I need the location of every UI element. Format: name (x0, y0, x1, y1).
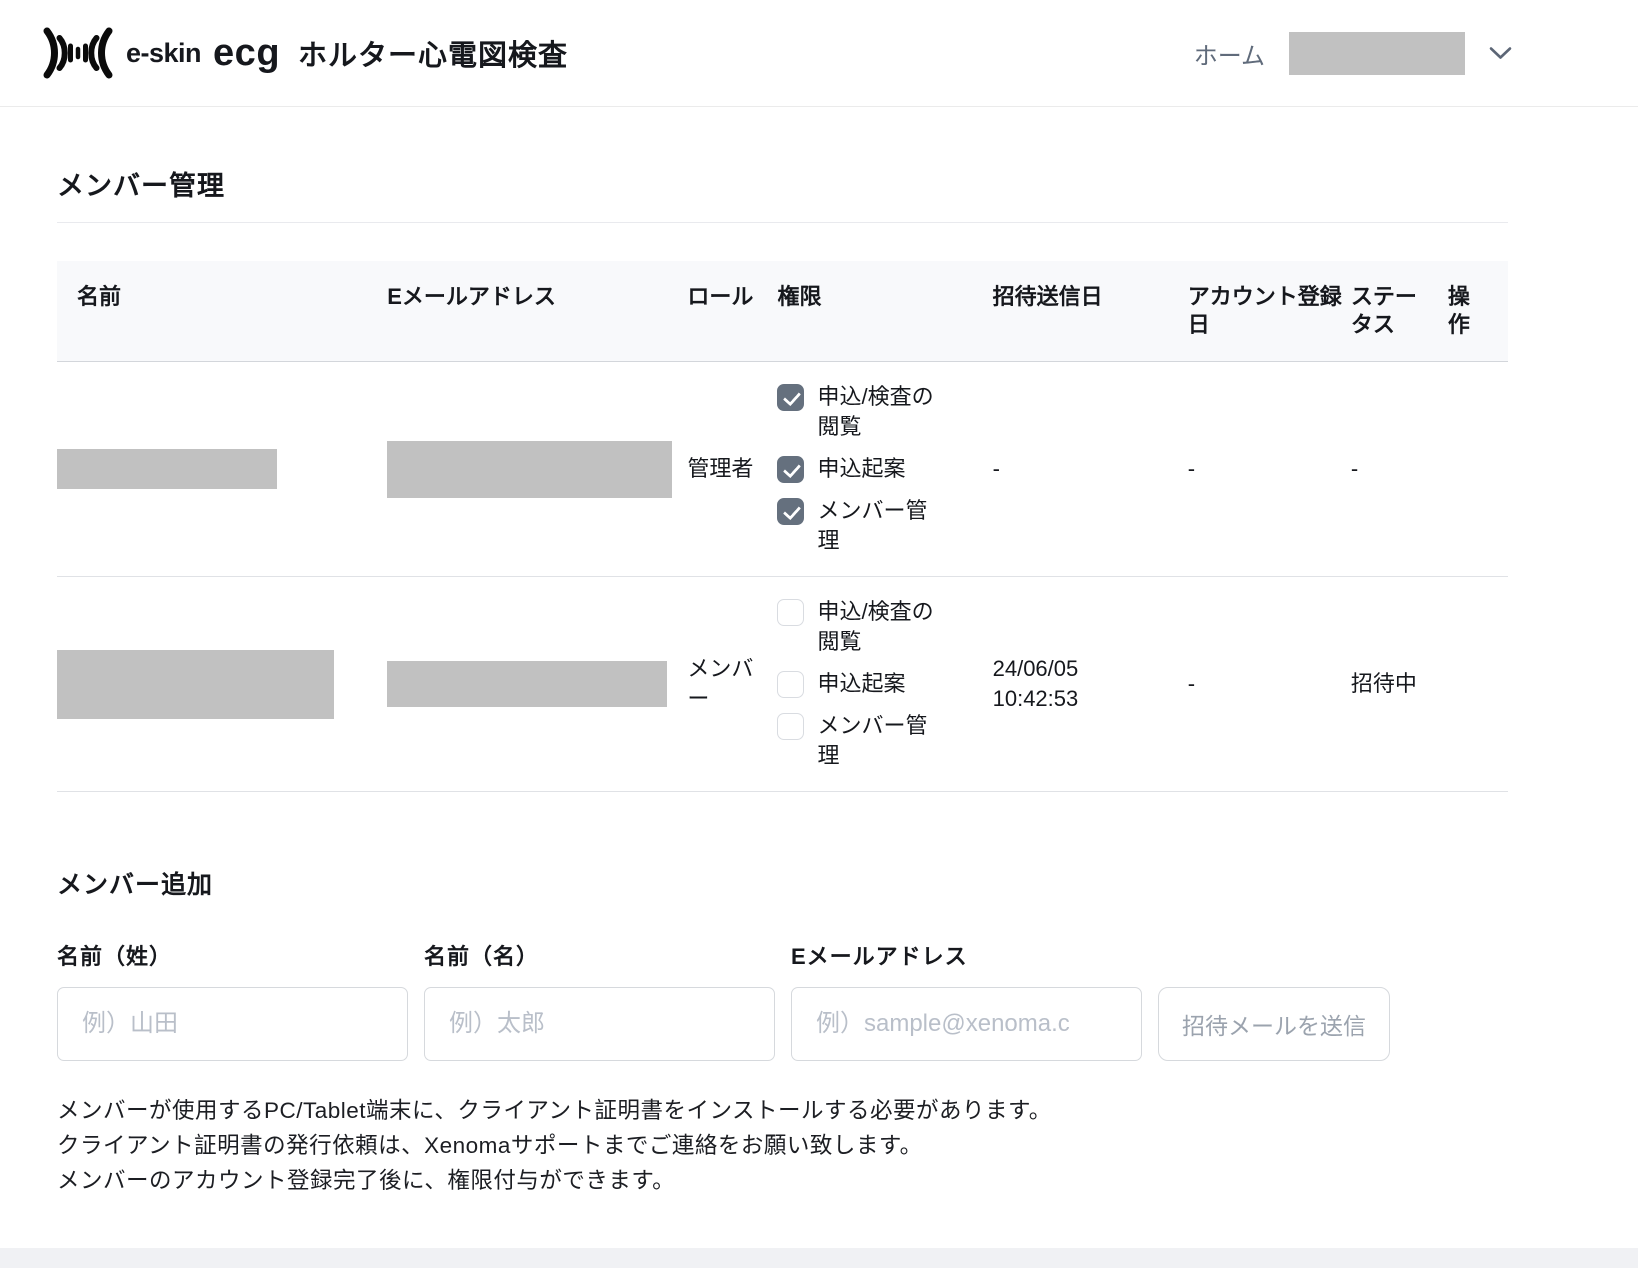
member-table-header: 名前 Eメールアドレス ロール 権限 招待送信日 アカウント登録日 ステータス … (57, 261, 1508, 362)
last-name-input[interactable] (57, 987, 408, 1061)
checkbox-draft-applications[interactable] (777, 456, 804, 483)
note-line: メンバーのアカウント登録完了後に、権限付与ができます。 (57, 1163, 1508, 1198)
email-label: Eメールアドレス (791, 939, 1142, 971)
checkbox-member-management[interactable] (777, 713, 804, 740)
email-field-group: Eメールアドレス (791, 939, 1142, 1061)
member-add-notes: メンバーが使用するPC/Tablet端末に、クライアント証明書をインストールする… (57, 1093, 1508, 1198)
logo-text-eskin: e-skin (126, 38, 201, 69)
account-registered-cell: - (1188, 362, 1351, 577)
account-name-redacted[interactable] (1289, 32, 1465, 75)
title-divider (57, 222, 1508, 223)
checkbox-draft-applications[interactable] (777, 671, 804, 698)
permission-label: 申込起案 (817, 669, 941, 699)
email-input[interactable] (791, 987, 1142, 1061)
operation-cell (1448, 362, 1508, 577)
name-cell (57, 362, 387, 577)
invite-sent-cell: 24/06/05 10:42:53 (993, 577, 1188, 792)
app-logo: e-skin ecg ホルター心電図検査 (40, 23, 568, 83)
col-header-invite-sent: 招待送信日 (993, 261, 1188, 362)
email-cell (387, 362, 687, 577)
status-cell: 招待中 (1351, 577, 1448, 792)
redacted-email (387, 441, 672, 498)
invite-date: 24/06/05 (993, 654, 1180, 684)
member-table: 名前 Eメールアドレス ロール 権限 招待送信日 アカウント登録日 ステータス … (57, 261, 1508, 792)
main-content: メンバー管理 名前 Eメールアドレス ロール 権限 招待送信日 アカウント登録日… (0, 164, 1508, 1198)
logo-product-name: ホルター心電図検査 (298, 32, 568, 74)
permission-label: メンバー管理 (817, 711, 941, 771)
top-navigation-bar: e-skin ecg ホルター心電図検査 ホーム (0, 0, 1638, 107)
permission-label: 申込/検査の閲覧 (817, 597, 941, 657)
role-cell: 管理者 (687, 362, 777, 577)
send-invite-button[interactable]: 招待メールを送信 (1158, 987, 1390, 1061)
member-add-title: メンバー追加 (57, 865, 1508, 901)
permission-item: 申込/検査の閲覧 (777, 597, 984, 657)
invite-sent-cell: - (993, 362, 1188, 577)
permission-item: メンバー管理 (777, 711, 984, 771)
soundwave-logo-icon (40, 23, 116, 83)
permission-item: 申込起案 (777, 669, 984, 699)
logo-text-ecg: ecg (213, 32, 280, 75)
page-title: メンバー管理 (57, 164, 1508, 203)
status-cell: - (1351, 362, 1448, 577)
email-cell (387, 577, 687, 792)
role-cell: メンバー (687, 577, 777, 792)
permission-label: メンバー管理 (817, 496, 941, 556)
col-header-operation: 操作 (1448, 261, 1508, 362)
redacted-email (387, 661, 667, 707)
col-header-status: ステータス (1351, 261, 1448, 362)
first-name-field-group: 名前（名） (424, 939, 775, 1061)
member-add-form: 名前（姓） 名前（名） Eメールアドレス 招待メールを送信 (57, 939, 1508, 1061)
permission-label: 申込/検査の閲覧 (817, 382, 941, 442)
checkbox-member-management[interactable] (777, 498, 804, 525)
operation-cell (1448, 577, 1508, 792)
account-registered-cell: - (1188, 577, 1351, 792)
redacted-name (57, 449, 277, 489)
note-line: クライアント証明書の発行依頼は、Xenomaサポートまでご連絡をお願い致します。 (57, 1128, 1508, 1163)
permissions-cell: 申込/検査の閲覧 申込起案 メンバー管理 (777, 362, 992, 577)
checkbox-view-applications[interactable] (777, 599, 804, 626)
invite-date: - (993, 454, 1180, 484)
permission-item: 申込起案 (777, 454, 984, 484)
name-cell (57, 577, 387, 792)
first-name-label: 名前（名） (424, 939, 775, 971)
footer-strip (0, 1248, 1638, 1268)
permission-item: 申込/検査の閲覧 (777, 382, 984, 442)
first-name-input[interactable] (424, 987, 775, 1061)
redacted-name (57, 650, 334, 719)
permission-item: メンバー管理 (777, 496, 984, 556)
invite-time: 10:42:53 (993, 684, 1180, 714)
member-row-member: メンバー 申込/検査の閲覧 申込起案 メンバー管理 (57, 577, 1508, 792)
chevron-down-icon[interactable] (1489, 40, 1512, 66)
last-name-label: 名前（姓） (57, 939, 408, 971)
col-header-account-registered: アカウント登録日 (1188, 261, 1351, 362)
header-nav: ホーム (1194, 32, 1512, 75)
last-name-field-group: 名前（姓） (57, 939, 408, 1061)
col-header-email: Eメールアドレス (387, 261, 687, 362)
col-header-role: ロール (687, 261, 777, 362)
member-row-admin: 管理者 申込/検査の閲覧 申込起案 メンバー管理 (57, 362, 1508, 577)
checkbox-view-applications[interactable] (777, 384, 804, 411)
permissions-cell: 申込/検査の閲覧 申込起案 メンバー管理 (777, 577, 992, 792)
col-header-name: 名前 (57, 261, 387, 362)
note-line: メンバーが使用するPC/Tablet端末に、クライアント証明書をインストールする… (57, 1093, 1508, 1128)
nav-home-link[interactable]: ホーム (1194, 36, 1265, 71)
col-header-permission: 権限 (777, 261, 992, 362)
permission-label: 申込起案 (817, 454, 941, 484)
